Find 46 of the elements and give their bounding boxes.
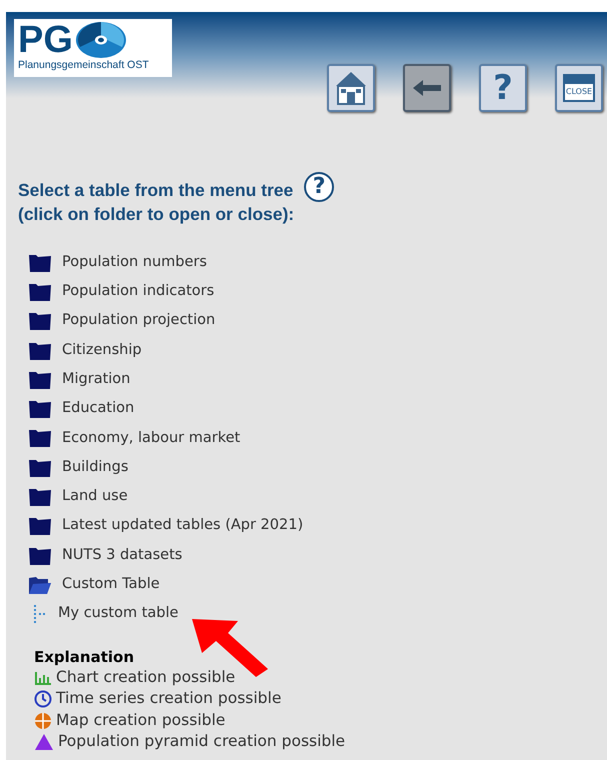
tree-item[interactable]: Buildings — [62, 456, 128, 479]
help-icon[interactable]: ? — [304, 172, 334, 202]
logo-subtitle: Planungsgemeinschaft OST — [18, 59, 150, 71]
triangle-icon — [34, 733, 54, 752]
folder-icon[interactable] — [28, 546, 52, 566]
legend-text: Chart creation possible — [56, 666, 236, 688]
help-button[interactable]: ? — [479, 64, 527, 112]
globe-icon — [34, 712, 52, 730]
tree-item[interactable]: Citizenship — [62, 340, 142, 362]
folder-icon[interactable] — [28, 340, 52, 361]
tree-item[interactable]: Migration — [62, 368, 130, 391]
tree-item[interactable]: Population indicators — [62, 281, 214, 303]
folder-icon[interactable] — [28, 282, 52, 302]
tree-item[interactable]: Custom Table — [62, 574, 160, 596]
tree-item[interactable]: Economy, labour market — [62, 428, 240, 450]
back-button[interactable] — [403, 64, 451, 112]
dotted-branch-icon — [32, 604, 48, 624]
tree-item[interactable]: Education — [62, 398, 134, 420]
tree-item[interactable]: Population numbers — [62, 252, 207, 274]
folder-icon[interactable] — [28, 458, 52, 478]
folder-icon[interactable] — [28, 516, 52, 536]
logo-letters: PG — [18, 21, 73, 59]
folder-icon[interactable] — [28, 370, 52, 390]
folder-icon[interactable] — [28, 252, 52, 273]
folder-icon[interactable] — [28, 399, 52, 420]
tree-item[interactable]: Latest updated tables (Apr 2021) — [62, 515, 304, 538]
bar-chart-icon — [34, 670, 52, 685]
legend-text: Map creation possible — [56, 710, 226, 731]
explanation-title: Explanation — [34, 646, 136, 667]
tree-item[interactable]: Population projection — [62, 310, 216, 332]
legend-text: Time series creation possible — [56, 688, 282, 710]
folder-icon[interactable] — [28, 428, 52, 448]
folder-icon[interactable] — [28, 311, 52, 332]
window-icon — [563, 74, 595, 102]
close-button[interactable]: CLOSE — [555, 64, 603, 112]
folder-icon[interactable] — [28, 487, 52, 508]
clock-icon — [34, 690, 52, 708]
home-button[interactable] — [327, 64, 375, 112]
tree-item[interactable]: Land use — [62, 486, 128, 508]
open-folder-icon[interactable] — [28, 574, 52, 595]
tree-item[interactable]: My custom table — [58, 603, 178, 626]
legend-text: Population pyramid creation possible — [58, 731, 346, 752]
left-arrow-icon — [412, 79, 442, 97]
house-icon — [334, 70, 368, 106]
tree-item[interactable]: NUTS 3 datasets — [62, 544, 182, 566]
heading: Select a table from the menu tree (click on folder to open or close): — [18, 179, 294, 226]
